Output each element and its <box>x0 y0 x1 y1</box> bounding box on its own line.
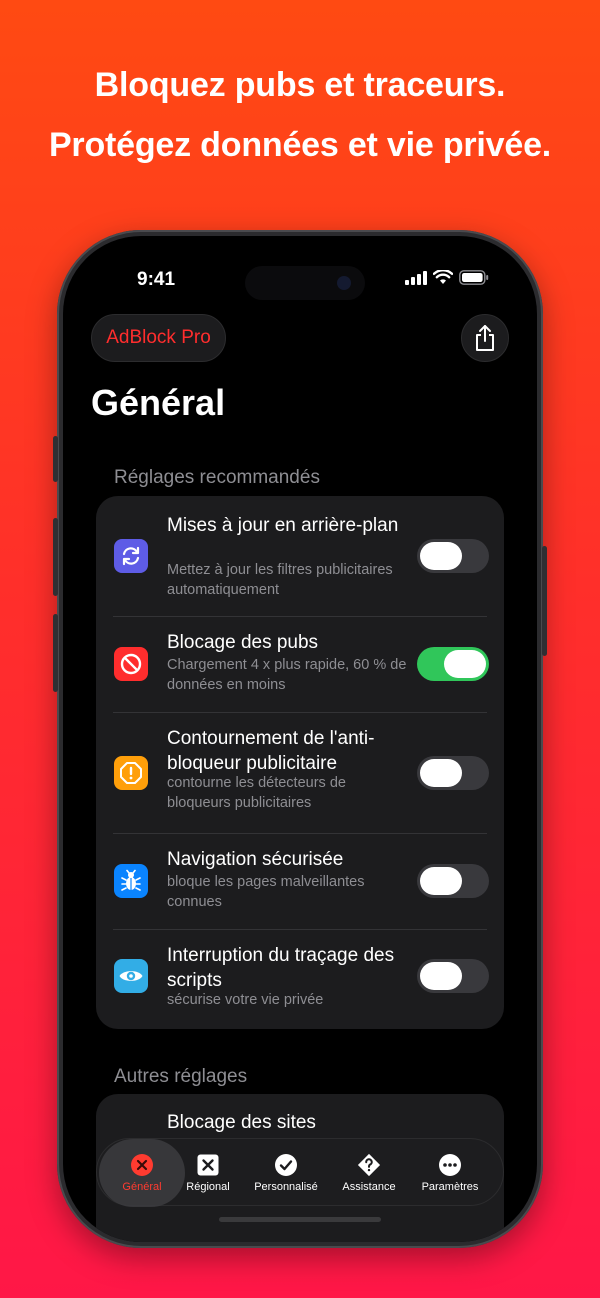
eye-icon <box>114 959 148 993</box>
toggle-anti-adblock[interactable] <box>417 756 489 790</box>
toggle-script-tracking[interactable] <box>417 959 489 993</box>
toggle-background-updates[interactable] <box>417 539 489 573</box>
bug-icon <box>114 864 148 898</box>
refresh-icon <box>114 539 148 573</box>
setting-row-safe-browsing[interactable]: Navigation sécurisée bloque les pages ma… <box>96 834 504 929</box>
toggle-safe-browsing[interactable] <box>417 864 489 898</box>
check-circle-icon <box>274 1153 298 1177</box>
tab-bar: Général Régional Personnalisé Assistance… <box>96 1138 504 1207</box>
setting-row-anti-adblock[interactable]: Contournement de l'anti-bloqueur publici… <box>96 713 504 833</box>
tab-label: Assistance <box>342 1181 396 1193</box>
volume-down-button <box>53 614 58 692</box>
tab-label: Paramètres <box>421 1181 479 1193</box>
question-diamond-icon <box>357 1153 381 1177</box>
share-icon <box>476 325 494 351</box>
tab-custom[interactable]: Personnalisé <box>247 1139 325 1207</box>
tab-label: Personnalisé <box>254 1181 318 1193</box>
tab-label: Général <box>122 1181 162 1193</box>
section-title-other: Autres réglages <box>114 1066 248 1087</box>
power-button <box>542 546 547 656</box>
setting-subtitle: bloque les pages malveillantes connues <box>167 874 365 910</box>
status-time: 9:41 <box>137 269 176 290</box>
more-circle-icon <box>438 1153 462 1177</box>
setting-subtitle: Chargement 4 x plus rapide, 60 % de donn… <box>167 657 407 693</box>
headline-line-2: Protégez données et vie privée. <box>48 126 552 164</box>
status-icons <box>405 270 489 285</box>
setting-title: Navigation sécurisée <box>167 849 344 870</box>
section-title-recommended: Réglages recommandés <box>114 467 320 488</box>
action-button <box>53 436 58 482</box>
brand-pill[interactable]: AdBlock Pro <box>91 314 226 362</box>
setting-title: Mises à jour en arrière-plan <box>167 515 399 536</box>
block-icon <box>114 647 148 681</box>
page-title: Général <box>91 382 226 423</box>
tab-general[interactable]: Général <box>99 1139 185 1207</box>
setting-row-script-tracking[interactable]: Interruption du traçage des scripts sécu… <box>96 930 504 1029</box>
share-button[interactable] <box>461 314 509 362</box>
close-circle-icon <box>130 1153 154 1177</box>
setting-row-background-updates[interactable]: Mises à jour en arrière-plan Mettez à jo… <box>96 496 504 616</box>
battery-icon <box>459 270 489 285</box>
signal-icon <box>405 270 427 285</box>
headline-line-1: Bloquez pubs et traceurs. <box>94 66 506 104</box>
setting-title: Contournement de l'anti-bloqueur publici… <box>167 728 375 774</box>
x-square-icon <box>196 1153 220 1177</box>
home-indicator <box>219 1217 381 1222</box>
toggle-ad-blocking[interactable] <box>417 647 489 681</box>
tab-label: Régional <box>186 1181 230 1193</box>
warning-icon <box>114 756 148 790</box>
tab-regional[interactable]: Régional <box>183 1139 233 1207</box>
setting-subtitle: Mettez à jour les filtres publicitaires … <box>167 562 393 598</box>
recommended-settings-card: Mises à jour en arrière-plan Mettez à jo… <box>96 496 504 1029</box>
tab-settings[interactable]: Paramètres <box>411 1139 489 1207</box>
setting-title: Blocage des pubs <box>167 632 319 653</box>
setting-subtitle: contourne les détecteurs de bloqueurs pu… <box>167 775 346 811</box>
setting-title: Interruption du traçage des scripts <box>167 945 395 991</box>
wifi-icon <box>433 270 453 284</box>
setting-title: Blocage des sites <box>167 1112 316 1133</box>
setting-subtitle: sécurise votre vie privée <box>167 992 324 1008</box>
setting-row-ad-blocking[interactable]: Blocage des pubs Chargement 4 x plus rap… <box>96 617 504 712</box>
dynamic-island <box>245 266 365 300</box>
phone-screen: 9:41 AdBlock Pro Général Réglages recomm… <box>63 236 537 1242</box>
tab-support[interactable]: Assistance <box>335 1139 403 1207</box>
volume-up-button <box>53 518 58 596</box>
